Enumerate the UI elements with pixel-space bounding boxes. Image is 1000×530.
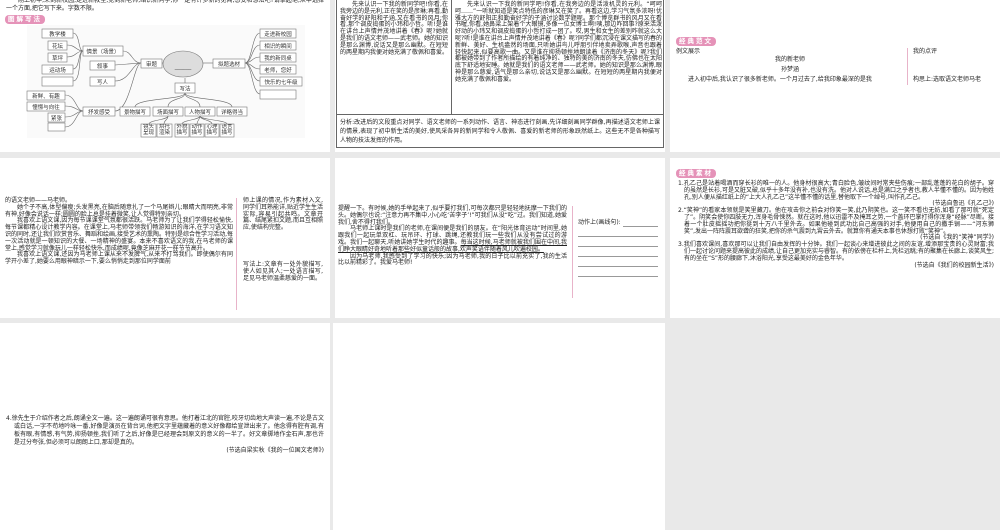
revised-paragraph: 先来认识一下我的新同学吧!你看,在我旁边的是活泼机灵的元利。“呵呵呵……”一听就… <box>455 1 662 83</box>
page-panel-example-essay: 经典范文 例文展示 我的点评 我的新老师 孙梦涵 进入初中后,我认识了很多新老师… <box>670 0 1000 152</box>
sub-method-label: 烘托渲染 <box>158 124 170 137</box>
material-item: 2.“笑神”的看家本领就是笑里藏刀。他在攻击你之前会对你笑一笑,此乃阴笑也。这一… <box>678 207 994 235</box>
topic-item: 快乐的七年级 <box>264 78 298 86</box>
page-panel-material-4: 4.徐先生于介绍作者之后,朗诵全文一遍。这一遍朗诵可很有意思。他打着江北的官腔,… <box>0 323 330 530</box>
essay-title: 我的新老师 <box>774 56 805 63</box>
answer-line[interactable] <box>578 255 658 257</box>
material-source: (节选自梁实秋《我的一位国文老师》) <box>226 447 324 454</box>
sub-method-label: 动作描写 <box>191 124 203 137</box>
answer-line[interactable] <box>578 275 658 277</box>
answer-line[interactable] <box>578 265 658 267</box>
sub-method-label: 镜头呈现 <box>142 124 154 137</box>
sub-method-label: 外貌描写 <box>176 124 188 137</box>
scene-item: 花坛 <box>52 42 64 50</box>
method-item: 场面描写 <box>157 108 180 116</box>
blank-box <box>47 122 66 132</box>
review-node: 审题 <box>146 60 158 68</box>
original-paragraph: 先来认识一下我的新同学吧!你看,在我旁边的是元利,正在笑的是彦琳;再看,勤奋好学… <box>340 1 449 56</box>
answer-line[interactable] <box>622 225 658 227</box>
comparison-table: 先来认识一下我的新同学吧!你看,在我旁边的是元利,正在笑的是彦琳;再看,勤奋好学… <box>336 0 664 148</box>
essay-paragraph: 提醒一下。有时候,她的手举起来了,似乎要打我们,可每次都只是轻轻地抚摩一下我们的… <box>338 205 567 226</box>
page-panel-materials: 经典素材 1.孔乙己是站着喝酒而穿长衫的唯一的人。他身材很高大;青白脸色,皱纹间… <box>670 158 1000 318</box>
page-panel-blank <box>333 323 665 530</box>
materials-list: 4.徐先生于介绍作者之后,朗诵全文一遍。这一遍朗诵可很有意思。他打着江北的官腔,… <box>6 415 324 455</box>
essay-author: 孙梦涵 <box>780 66 799 73</box>
essay-paragraph: 我喜欢上语文课,因为每节课课堂气氛都很活跃。马老师为了让我们学得轻松愉快,每节课… <box>5 217 233 252</box>
center-blank: ______ <box>174 64 192 70</box>
scene-node: 情景（场景） <box>86 48 119 56</box>
method-item: 详略得当 <box>221 108 243 116</box>
topic-item: 相识的瞬间 <box>264 42 292 50</box>
comment-text: 师上课的情况,作为素材入文,同学们耳熟能详,贴近学生生活实际,容易引起共鸣。文章… <box>243 197 323 232</box>
feel-node: 抒发感受 <box>88 108 111 116</box>
sub-method-label: 语言描写 <box>221 124 233 137</box>
narrate-node: 叙事 <box>97 62 109 70</box>
page-panel-essay-end: 提醒一下。有时候,她的手举起来了,似乎要打我们,可每次都只是轻轻地抚摩一下我们的… <box>335 158 665 318</box>
feel-item: 新鲜、有趣 <box>32 92 60 100</box>
column-divider <box>236 198 237 310</box>
materials-list: 1.孔乙己是站着喝酒而穿长衫的唯一的人。他身材很高大;青白脸色,皱纹间时常夹些伤… <box>678 180 994 269</box>
page-panel-essay-continued: 的语文老师——马老师。 她个子不高,体型偏瘦;头发黑亮,在脑后随意扎了一个马尾辫… <box>0 158 330 318</box>
material-item: 4.徐先生于介绍作者之后,朗诵全文一遍。这一遍朗诵可很有意思。他打着江北的官腔,… <box>6 415 324 446</box>
section-badge-materials: 经典素材 <box>676 169 716 178</box>
feel-item: 紧张 <box>51 114 63 122</box>
answer-line[interactable] <box>578 235 658 237</box>
blank-box <box>259 89 297 100</box>
page-panel-mindmap: 刚上初中,来到新校园,走进新教室,见到新老师,结识新同学,你一定有许多新的见闻,… <box>0 0 330 152</box>
comment-answer-area: 动作上(画线句): <box>578 219 658 277</box>
scene-item: 运动场 <box>49 66 66 74</box>
comment-label: 我的点评 <box>913 48 938 55</box>
select-node: 拟题选材 <box>218 60 241 68</box>
sub-method-label: 心理描写 <box>206 124 218 137</box>
essay-paragraph: 因为马老师,我感受到了学习的快乐;因为马老师,我的日子比以前充实了,我的生活比以… <box>338 252 567 267</box>
feel-item: 憧憬与向往 <box>32 103 60 111</box>
person-node: 写人 <box>97 79 109 86</box>
material-item: 3.我们喜欢课间,喜欢那可以让我们自由发挥的十分钟。我们一起谈心来增进彼此之间的… <box>678 241 994 262</box>
material-item: 1.孔乙己是站着喝酒而穿长衫的唯一的人。他身材很高大;青白脸色,皱纹间时常夹些伤… <box>678 180 994 201</box>
page-panel-comparison: 先来认识一下我的新同学吧!你看,在我旁边的是元利,正在笑的是彦琳;再看,勤奋好学… <box>335 0 665 152</box>
comment-text: 写法上:文章有一处外貌描写,使人如见其人;一处语言描写,足见马老师温柔慈爱的一面… <box>243 261 323 282</box>
comment-text: 构思上:选取语文老师马老 <box>913 76 982 83</box>
section-badge-example: 经典范文 <box>676 37 716 46</box>
topic-item: 老师，您好 <box>264 66 292 74</box>
method-item: 人物描写 <box>189 108 212 116</box>
example-label: 例文展示 <box>676 48 701 55</box>
essay-paragraph: 我喜欢上语文课,还因为马老师上课从来不发脾气,从来不打骂我们。即使偶尔有同学开小… <box>5 251 233 266</box>
essay-first-line: 进入初中后,我认识了很多新老师。一个月过去了,给我印象最深的是我 <box>688 76 872 83</box>
answer-line[interactable] <box>578 245 658 247</box>
material-source: (节选自《我们的校园新生活》) <box>914 261 994 269</box>
comment-prompt: 动作上(画线句): <box>578 219 621 226</box>
topic-item: 我的新同桌 <box>264 54 292 62</box>
essay-body: 的语文老师——马老师。 她个子不高,体型偏瘦;头发黑亮,在脑后随意扎了一个马尾辫… <box>5 197 233 266</box>
blank-box <box>41 76 74 87</box>
scene-item: 草坪 <box>52 54 64 62</box>
analysis-text: 分析:改进后的文段重点对同学、语文老师的一系列动作、语言、神态进行刻画,先详细刻… <box>340 119 660 144</box>
method-node: 写法 <box>179 85 191 93</box>
essay-body: 提醒一下。有时候,她的手举起来了,似乎要打我们,可每次都只是轻轻地抚摩一下我们的… <box>338 205 567 267</box>
essay-paragraph: 马老师上课时是我们的老师,在课间便是我们的朋友。在“阳光体育运动”时间里,她跟我… <box>338 226 567 253</box>
scene-item: 教学楼 <box>49 30 66 38</box>
column-divider <box>572 206 573 298</box>
method-item: 景物描写 <box>124 108 147 116</box>
topic-item: 走进新校园 <box>264 30 292 38</box>
